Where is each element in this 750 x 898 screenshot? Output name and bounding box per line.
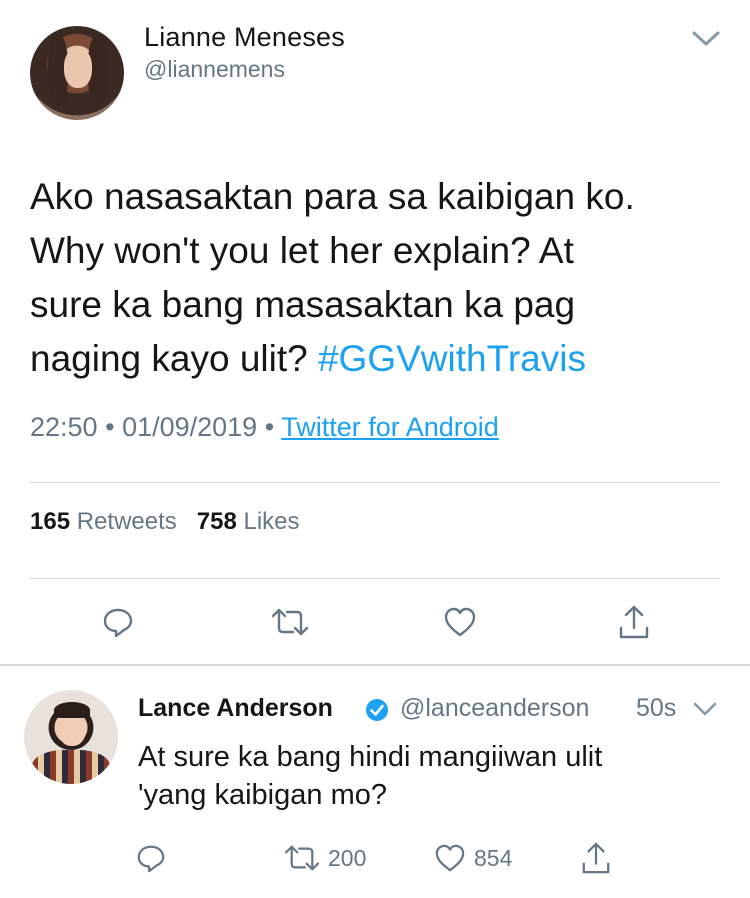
reply-author-name[interactable]: Lance Anderson bbox=[138, 694, 333, 723]
chevron-down-icon[interactable] bbox=[692, 700, 718, 718]
like-icon bbox=[444, 607, 476, 637]
share-button[interactable] bbox=[614, 602, 654, 642]
retweet-icon bbox=[284, 845, 320, 871]
reply-share-button[interactable] bbox=[580, 840, 612, 876]
meta-separator: • bbox=[105, 412, 115, 442]
tweet-line: naging kayo ulit? bbox=[30, 338, 318, 379]
engagement-counts: 165 Retweets 758 Likes bbox=[30, 508, 300, 536]
source-link[interactable]: Twitter for Android bbox=[281, 412, 499, 442]
reply-button[interactable] bbox=[98, 602, 138, 642]
author-handle[interactable]: @liannemens bbox=[144, 56, 285, 83]
retweets-count: 165 bbox=[30, 508, 71, 535]
tweet-line: sure ka bang masasaktan ka pag bbox=[30, 284, 576, 325]
retweets-label: Retweets bbox=[76, 508, 177, 535]
tweet-metadata: 22:50 • 01/09/2019 • Twitter for Android bbox=[30, 412, 499, 443]
author-avatar[interactable] bbox=[30, 26, 124, 120]
retweets-stat[interactable]: 165 Retweets bbox=[30, 508, 177, 535]
like-icon bbox=[435, 844, 465, 872]
reply-author-handle[interactable]: @lanceanderson bbox=[400, 694, 589, 723]
main-tweet: Lianne Meneses @liannemens Ako nasasakta… bbox=[0, 0, 750, 666]
tweet-text: Ako nasasaktan para sa kaibigan ko. Why … bbox=[30, 170, 730, 386]
reply-like-count: 854 bbox=[474, 844, 513, 871]
share-icon bbox=[582, 842, 610, 874]
reply-icon bbox=[137, 845, 165, 873]
reply-retweet-count: 200 bbox=[328, 844, 367, 871]
tweet-time: 22:50 bbox=[30, 412, 98, 442]
tweet-line: Why won't you let her explain? At bbox=[30, 230, 574, 271]
divider bbox=[30, 578, 720, 579]
reply-retweet-button[interactable]: 200 bbox=[284, 840, 366, 876]
reply-text: At sure ka bang hindi mangiiwan ulit 'ya… bbox=[138, 738, 728, 814]
reply-icon bbox=[103, 608, 133, 638]
reply-tweet[interactable]: Lance Anderson @lanceanderson 50s At sur… bbox=[0, 666, 750, 898]
verified-badge-icon bbox=[366, 699, 388, 721]
tweet-date: 01/09/2019 bbox=[122, 412, 258, 442]
like-button[interactable] bbox=[440, 602, 480, 642]
hashtag-link[interactable]: #GGVwithTravis bbox=[318, 338, 586, 379]
meta-separator: • bbox=[264, 412, 275, 442]
share-icon bbox=[619, 605, 649, 639]
tweet-line: Ako nasasaktan para sa kaibigan ko. bbox=[30, 176, 635, 217]
likes-label: Likes bbox=[243, 508, 300, 535]
reply-like-button[interactable]: 854 bbox=[434, 840, 512, 876]
reply-line: At sure ka bang hindi mangiiwan ulit bbox=[138, 741, 603, 773]
reply-timestamp: 50s bbox=[636, 694, 677, 722]
likes-stat[interactable]: 758 Likes bbox=[197, 508, 300, 535]
divider bbox=[30, 482, 720, 483]
reply-reply-button[interactable] bbox=[136, 840, 166, 876]
reply-line: 'yang kaibigan mo? bbox=[138, 779, 387, 811]
likes-count: 758 bbox=[196, 508, 237, 535]
chevron-down-icon[interactable] bbox=[690, 28, 722, 50]
author-name[interactable]: Lianne Meneses bbox=[144, 22, 345, 53]
reply-author-avatar[interactable] bbox=[24, 690, 118, 784]
retweet-button[interactable] bbox=[270, 602, 310, 642]
tweet-line-with-hashtag: naging kayo ulit? #GGVwithTravis bbox=[30, 332, 730, 386]
retweet-icon bbox=[271, 608, 309, 636]
